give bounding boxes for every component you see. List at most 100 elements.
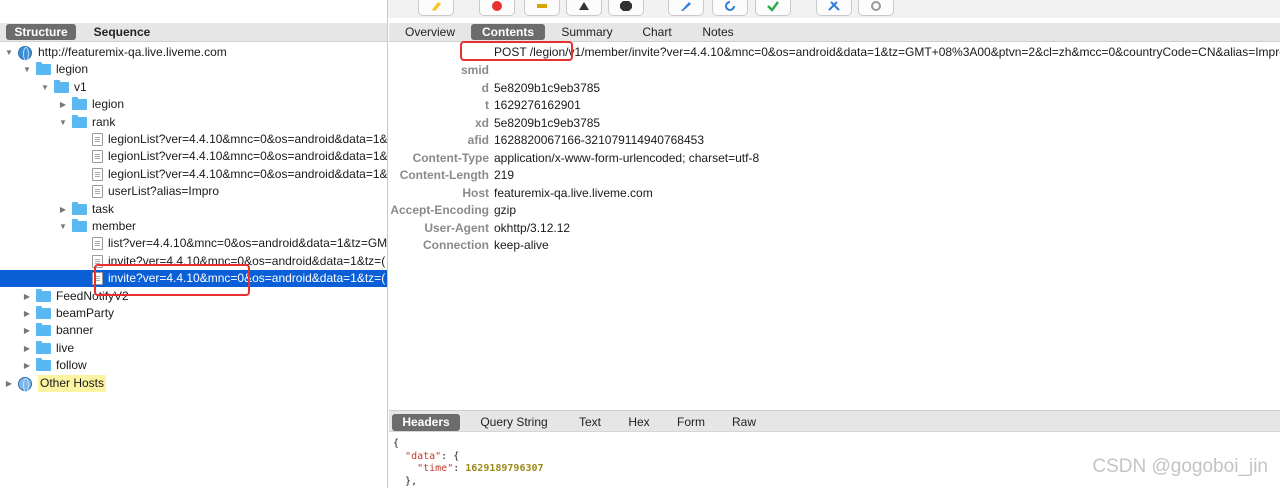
tree-label: invite?ver=4.4.10&mnc=0&os=android&data=… <box>108 271 386 286</box>
request-line[interactable]: POST /legion/v1/member/invite?ver=4.4.10… <box>494 44 1280 61</box>
json-line-4: }, <box>405 475 418 487</box>
tab-query-string[interactable]: Query String <box>471 414 557 431</box>
chevron-right-icon[interactable]: ▶ <box>22 357 32 374</box>
tab-headers[interactable]: Headers <box>392 414 460 431</box>
folder-icon <box>72 114 87 128</box>
stop-icon[interactable] <box>608 0 644 16</box>
settings-icon[interactable] <box>858 0 894 16</box>
header-row[interactable]: xd 5e8209b1c9eb3785 <box>389 115 1280 132</box>
edit-icon[interactable] <box>668 0 704 16</box>
tree-node[interactable]: ▼ http://featuremix-qa.live.liveme.com <box>0 44 387 61</box>
tree-node[interactable]: ▶ banner <box>0 322 387 339</box>
tab-summary[interactable]: Summary <box>555 24 619 40</box>
tree-label: invite?ver=4.4.10&mnc=0&os=android&data=… <box>108 253 386 268</box>
tab-raw[interactable]: Raw <box>723 414 765 431</box>
folder-icon <box>36 340 51 354</box>
tab-text[interactable]: Text <box>569 414 611 431</box>
record-icon[interactable] <box>479 0 515 16</box>
header-row[interactable]: Accept-Encoding gzip <box>389 202 1280 219</box>
header-value: gzip <box>494 203 517 217</box>
chevron-right-icon[interactable]: ▶ <box>22 322 32 339</box>
json-key-data: "data" <box>405 450 442 462</box>
tree-node[interactable]: ▶ task <box>0 201 387 218</box>
header-row[interactable]: Host featuremix-qa.live.liveme.com <box>389 185 1280 202</box>
check-icon[interactable] <box>755 0 791 16</box>
header-key: Host <box>462 185 489 200</box>
tree-request-item[interactable]: invite?ver=4.4.10&mnc=0&os=android&data=… <box>0 253 387 270</box>
json-line-1: { <box>393 438 400 449</box>
tree-label: legionList?ver=4.4.10&mnc=0&os=android&d… <box>108 149 388 164</box>
document-icon <box>92 254 103 268</box>
tree-node[interactable]: ▼ legion <box>0 61 387 78</box>
gear-globe-icon <box>18 376 32 392</box>
header-key: Content-Length <box>399 168 489 182</box>
tree-request-item[interactable]: legionList?ver=4.4.10&mnc=0&os=android&d… <box>0 166 387 183</box>
header-key: d <box>481 80 489 95</box>
tree-label: banner <box>56 323 94 338</box>
tree-request-item[interactable]: list?ver=4.4.10&mnc=0&os=android&data=1&… <box>0 235 387 252</box>
chevron-down-icon[interactable]: ▼ <box>40 79 50 96</box>
brush-icon[interactable] <box>418 0 454 16</box>
folder-icon <box>36 323 51 337</box>
tab-form[interactable]: Form <box>669 414 713 431</box>
tree-request-item[interactable]: legionList?ver=4.4.10&mnc=0&os=android&d… <box>0 131 387 148</box>
tree-label: Other Hosts <box>38 374 107 392</box>
tab-contents[interactable]: Contents <box>471 24 545 40</box>
chevron-down-icon[interactable]: ▼ <box>58 114 68 131</box>
header-key: Accept-Encoding <box>390 203 489 217</box>
response-json[interactable]: { "data": { "time": 1629189796307 }, <box>393 438 544 488</box>
chevron-down-icon[interactable]: ▼ <box>4 44 14 61</box>
tree-node[interactable]: ▶ legion <box>0 96 387 113</box>
json-sep: : <box>453 463 466 474</box>
tree-request-item[interactable]: invite?ver=4.4.10&mnc=0&os=android&data=… <box>0 270 387 288</box>
header-row[interactable]: Content-Length 219 <box>389 167 1280 184</box>
tree-node[interactable]: ▶ follow <box>0 357 387 374</box>
tab-sequence[interactable]: Sequence <box>86 24 158 40</box>
header-row[interactable]: smid <box>389 62 1280 79</box>
tree-request-item[interactable]: legionList?ver=4.4.10&mnc=0&os=android&d… <box>0 148 388 165</box>
breakpoint-icon[interactable] <box>566 0 602 16</box>
header-key: t <box>485 98 489 112</box>
chevron-right-icon[interactable]: ▶ <box>58 201 68 218</box>
tree-request-item[interactable]: userList?alias=Impro <box>0 183 387 200</box>
request-line-row: POST /legion/v1/member/invite?ver=4.4.10… <box>389 44 1280 61</box>
folder-icon <box>36 306 51 319</box>
chevron-right-icon[interactable]: ▶ <box>58 96 68 113</box>
tab-structure[interactable]: Structure <box>6 24 76 40</box>
header-row[interactable]: d 5e8209b1c9eb3785 <box>389 80 1280 97</box>
tree-node[interactable]: ▶ FeedNotifyV2 <box>0 288 387 305</box>
tree-node[interactable]: ▶ Other Hosts <box>0 374 387 392</box>
chevron-right-icon[interactable]: ▶ <box>22 288 32 305</box>
watermark: CSDN @gogoboi_jin <box>1092 456 1268 477</box>
header-row[interactable]: User-Agent okhttp/3.12.12 <box>389 220 1280 237</box>
throttle-icon[interactable] <box>524 0 560 16</box>
bottom-tabbar: Headers Query String Text Hex Form Raw <box>389 410 1280 432</box>
header-row[interactable]: Connection keep-alive <box>389 237 1280 254</box>
header-row[interactable]: afid 1628820067166-3210791149407684​53 <box>389 132 1280 149</box>
refresh-icon[interactable] <box>712 0 748 16</box>
chevron-down-icon[interactable]: ▼ <box>58 218 68 235</box>
document-icon <box>92 150 103 164</box>
header-key: User-Agent <box>424 220 489 235</box>
folder-icon <box>36 288 51 302</box>
tree-node[interactable]: ▶ live <box>0 340 387 357</box>
chevron-right-icon[interactable]: ▶ <box>22 340 32 357</box>
tree-label: http://featuremix-qa.live.liveme.com <box>38 45 227 59</box>
chevron-right-icon[interactable]: ▶ <box>22 305 32 322</box>
tools-icon[interactable] <box>816 0 852 16</box>
header-row[interactable]: t 1629276162901 <box>389 97 1280 114</box>
tree-node[interactable]: ▶ beamParty <box>0 305 387 322</box>
tab-hex[interactable]: Hex <box>621 414 657 431</box>
tree-node[interactable]: ▼ v1 <box>0 79 387 96</box>
tab-notes[interactable]: Notes <box>693 24 743 40</box>
tab-chart[interactable]: Chart <box>629 24 685 40</box>
document-icon <box>92 167 103 181</box>
tree-node[interactable]: ▼ member <box>0 218 387 235</box>
chevron-right-icon[interactable]: ▶ <box>4 375 14 392</box>
chevron-down-icon[interactable]: ▼ <box>22 61 32 78</box>
header-row[interactable]: Content-Type application/x-www-form-urlen… <box>389 150 1280 167</box>
document-icon <box>92 185 103 199</box>
header-value: 5e8209b1c9eb3785 <box>494 115 601 130</box>
tab-overview[interactable]: Overview <box>399 24 461 40</box>
tree-node[interactable]: ▼ rank <box>0 114 387 131</box>
